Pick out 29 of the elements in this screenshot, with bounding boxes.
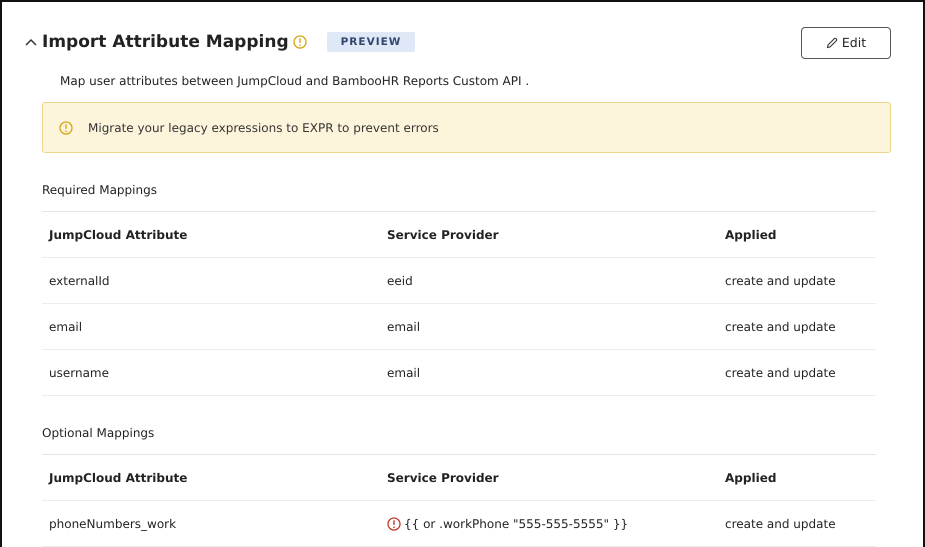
- table-cell: {{ or .workPhone "555-555-5555" }}: [404, 516, 628, 530]
- info-icon: [292, 35, 307, 49]
- table-cell-text: create and update: [725, 320, 837, 334]
- column-header: Applied: [725, 470, 778, 484]
- section-title: Optional Mappings: [42, 426, 154, 440]
- warning-text: Migrate your legacy expressions to EXPR to prevent errors: [88, 120, 439, 134]
- table-cell-text: phoneNumbers_work: [49, 516, 178, 530]
- edit-button[interactable]: Edit: [801, 26, 891, 58]
- section-title: Required Mappings: [42, 183, 157, 197]
- table-cell: eeid: [387, 274, 413, 288]
- table-cell-text: externalId: [49, 274, 111, 288]
- section-heading: Import Attribute Mapping: [42, 32, 289, 52]
- table-cell-text: email: [49, 320, 84, 334]
- pencil-icon: [826, 36, 838, 48]
- column-header: Service Provider: [387, 228, 500, 242]
- column-header: JumpCloud Attribute: [49, 470, 188, 484]
- column-header: Applied: [725, 228, 778, 242]
- table-cell: email: [387, 320, 420, 334]
- column-header: Service Provider: [387, 470, 500, 484]
- table-cell-text: username: [49, 366, 110, 380]
- column-header: JumpCloud Attribute: [49, 228, 188, 242]
- table-cell: email: [387, 366, 420, 380]
- caret-icon[interactable]: [24, 37, 38, 47]
- info-icon: [59, 120, 73, 134]
- table-cell-text: create and update: [725, 516, 837, 530]
- table-cell-text: create and update: [725, 274, 837, 288]
- table-cell-text: create and update: [725, 366, 837, 380]
- preview-badge: PREVIEW: [326, 32, 416, 52]
- description-text: Map user attributes between JumpCloud and BambooHR Reports Custom API .: [60, 74, 530, 88]
